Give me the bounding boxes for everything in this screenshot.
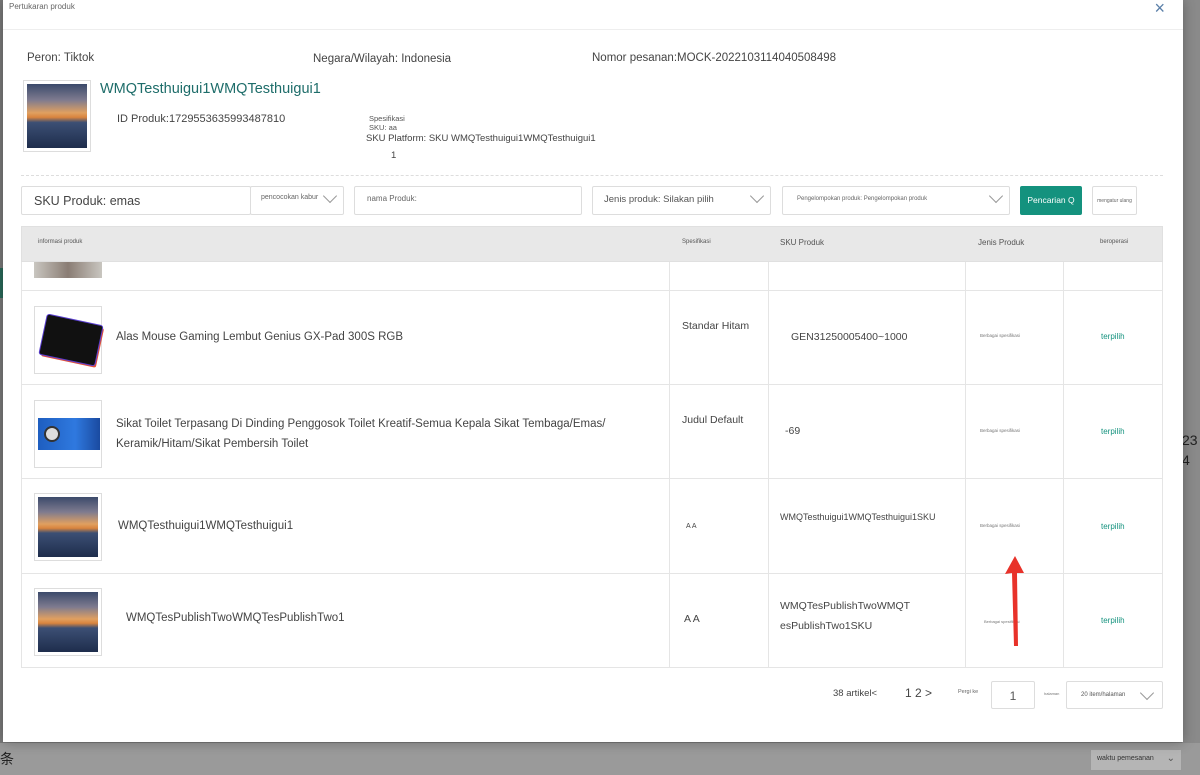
sku-platform: SKU Platform: SKU WMQTesthuigui1WMQTesth… <box>366 133 596 144</box>
divider <box>21 175 1163 176</box>
product-image <box>34 306 102 374</box>
product-table: informasi produk Spesifikasi SKU Produk … <box>21 226 1163 668</box>
pagination-goto-label: Pergi ke <box>958 689 979 695</box>
country-label: Negara/Wilayah: Indonesia <box>313 53 452 65</box>
platform-label: Peron: Tiktok <box>27 52 95 64</box>
background-text: 4 <box>1182 452 1190 468</box>
header-sku: SKU Produk <box>780 238 825 247</box>
match-mode-select[interactable]: pencocokan kabur <box>250 186 344 215</box>
row-sku: WMQTesthuigui1WMQTesthuigui1SKU <box>780 512 936 522</box>
product-group-select[interactable]: Pengelompokan produk: Pengelompokan prod… <box>782 186 1010 215</box>
chevron-down-icon <box>1139 685 1155 701</box>
row-type: Berbagai spesifikasi <box>980 523 1021 528</box>
row-sku: -69 <box>785 425 801 437</box>
table-row: WMQTesthuigui1WMQTesthuigui1 A A WMQTest… <box>22 479 1162 574</box>
row-product-name: WMQTesPublishTwoWMQTesPublishTwo1 <box>126 612 345 624</box>
row-sku: WMQTesPublishTwoWMQT esPublishTwo1SKU <box>780 600 910 632</box>
row-product-name: WMQTesthuigui1WMQTesthuigui1 <box>118 520 294 532</box>
chevron-down-icon <box>749 188 765 204</box>
chevron-down-icon <box>322 188 338 204</box>
row-type: Berbagai spesifikasi <box>980 428 1021 433</box>
product-group-label: Pengelompokan produk: Pengelompokan prod… <box>797 196 928 202</box>
sku-search-input[interactable]: SKU Produk: emas <box>21 186 251 215</box>
select-button[interactable]: terpilih <box>1101 427 1125 436</box>
pagination-goto-input[interactable]: 1 <box>991 681 1035 709</box>
product-name-input[interactable]: nama Produk: <box>354 186 582 215</box>
product-image <box>34 262 102 278</box>
table-row <box>22 262 1162 291</box>
sku-spec: Spesifikasi SKU: aa <box>369 114 405 132</box>
product-name: WMQTesthuigui1WMQTesthuigui1 <box>100 81 321 97</box>
background-text: 23 <box>1182 432 1198 448</box>
page-size-label: 20 item/halaman <box>1081 692 1126 698</box>
row-spec: Standar Hitam <box>682 320 750 332</box>
select-button[interactable]: terpilih <box>1101 522 1125 531</box>
row-spec: A A <box>686 523 697 530</box>
row-type: Berbagai spesifikasi <box>980 333 1021 338</box>
pagination-total: 38 artikel< <box>833 688 878 699</box>
table-row: Sikat Toilet Terpasang Di Dinding Penggo… <box>22 385 1162 479</box>
header-spec: Spesifikasi <box>682 239 711 245</box>
reset-button[interactable]: mengatur ulang <box>1092 186 1137 215</box>
red-arrow-icon <box>1005 556 1024 646</box>
select-button[interactable]: terpilih <box>1101 332 1125 341</box>
row-sku: GEN31250005400~1000 <box>791 331 908 343</box>
product-image <box>34 588 102 656</box>
table-header: informasi produk Spesifikasi SKU Produk … <box>21 226 1163 262</box>
product-type-label: Jenis produk: Silakan pilih <box>604 194 714 205</box>
select-button[interactable]: terpilih <box>1101 616 1125 625</box>
order-number-label: Nomor pesanan:MOCK-2022103114040508498 <box>592 52 837 64</box>
table-row: Alas Mouse Gaming Lembut Genius GX-Pad 3… <box>22 291 1162 385</box>
chevron-down-icon: ⌄ <box>1166 753 1175 764</box>
product-image <box>34 400 102 468</box>
modal-header: Pertukaran produk × <box>3 0 1183 30</box>
product-image <box>34 493 102 561</box>
product-image <box>23 80 91 152</box>
chevron-down-icon <box>988 188 1004 204</box>
sku-platform-cont: 1 <box>391 150 397 161</box>
modal-title: Pertukaran produk <box>9 2 75 11</box>
order-time-select-label: waktu pemesanan <box>1097 755 1154 762</box>
product-id: ID Produk:1729553635993487810 <box>117 113 286 125</box>
product-name-placeholder: nama Produk: <box>367 194 417 203</box>
search-button[interactable]: Pencarian Q <box>1020 186 1082 215</box>
pagination-pages[interactable]: 1 2 > <box>905 686 932 700</box>
row-spec: Judul Default <box>682 414 744 426</box>
header-action: beroperasi <box>1100 239 1129 245</box>
sku-search-value: SKU Produk: emas <box>34 194 141 208</box>
background-bottom-text: 条 <box>0 751 14 767</box>
close-icon[interactable]: × <box>1154 0 1165 19</box>
order-time-select[interactable]: waktu pemesanan ⌄ <box>1090 749 1182 771</box>
table-body: Alas Mouse Gaming Lembut Genius GX-Pad 3… <box>21 262 1163 668</box>
header-product-info: informasi produk <box>38 239 83 245</box>
page-size-select[interactable]: 20 item/halaman <box>1066 681 1163 709</box>
pagination-unit: halaman <box>1044 691 1060 696</box>
table-row: WMQTesPublishTwoWMQTesPublishTwo1 A A WM… <box>22 574 1162 668</box>
background-bottom-bar <box>0 743 1200 775</box>
background-right-strip <box>1182 0 1200 775</box>
match-mode-label: pencocokan kabur <box>261 194 319 201</box>
product-type-select[interactable]: Jenis produk: Silakan pilih <box>592 186 771 215</box>
row-product-name: Alas Mouse Gaming Lembut Genius GX-Pad 3… <box>116 331 404 343</box>
row-spec: A A <box>684 613 700 625</box>
row-product-name: Sikat Toilet Terpasang Di Dinding Penggo… <box>116 418 606 450</box>
header-type: Jenis Produk <box>978 238 1025 247</box>
